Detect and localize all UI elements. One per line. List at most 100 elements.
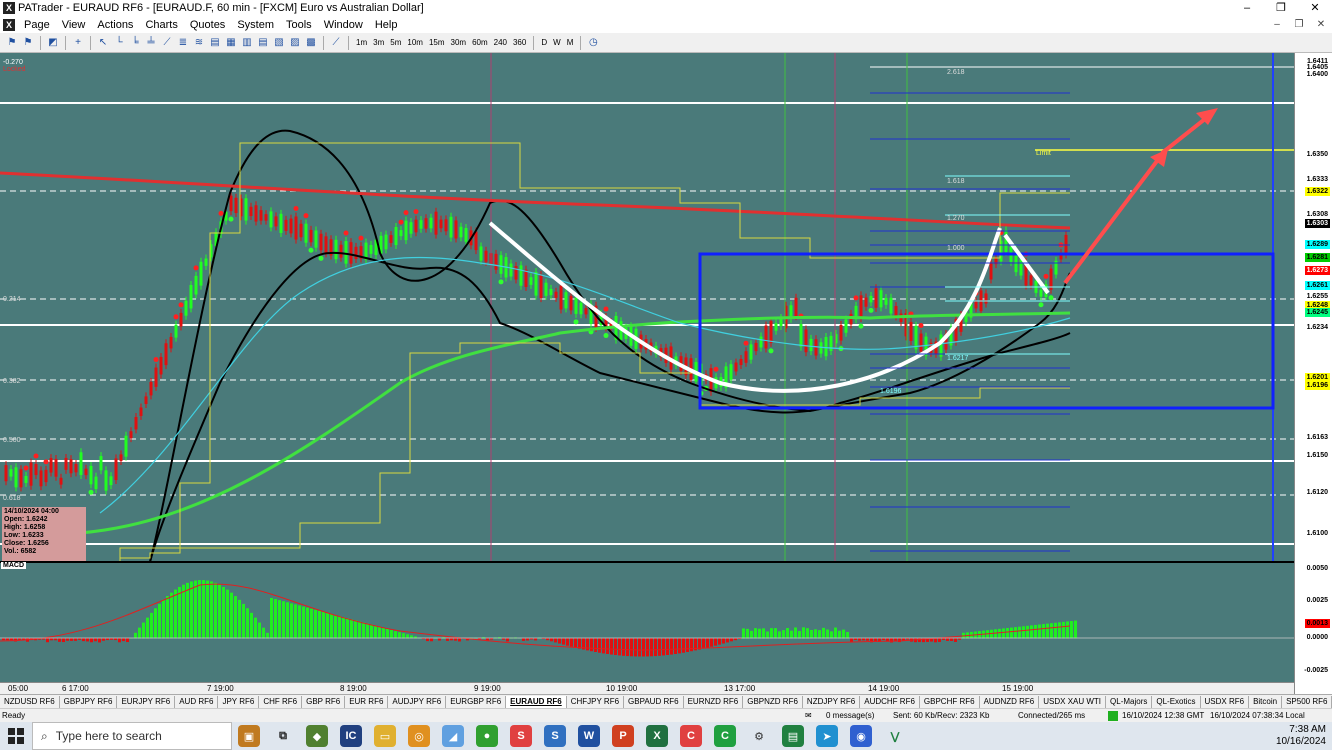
mdi-close-button[interactable]: ✕	[1310, 19, 1332, 30]
line-tool-icon[interactable]: └	[112, 36, 126, 50]
symbol-tab[interactable]: EURNZD RF6	[684, 695, 744, 708]
crosshair-icon[interactable]: +	[71, 36, 85, 50]
menu-page[interactable]: Page	[18, 19, 56, 31]
draw-tool-icon[interactable]: ⟋	[329, 36, 343, 50]
app-icon[interactable]: ◎	[408, 725, 430, 747]
price-chart[interactable]	[0, 53, 1294, 694]
minimize-button[interactable]: –	[1230, 0, 1264, 16]
bars-tool-icon[interactable]: ▥	[240, 36, 254, 50]
symbol-tab[interactable]: NZDJPY RF6	[803, 695, 861, 708]
windows-start-icon[interactable]	[0, 722, 32, 750]
powerpoint-icon[interactable]: P	[612, 725, 634, 747]
fan-tool-icon[interactable]: ≋	[192, 36, 206, 50]
menu-charts[interactable]: Charts	[139, 19, 183, 31]
symbol-tab[interactable]: CHF RF6	[259, 695, 303, 708]
symbol-tab[interactable]: USDX RF6	[1201, 695, 1250, 708]
app-icon[interactable]: ◢	[442, 725, 464, 747]
symbol-tab[interactable]: SP500 RF6	[1282, 695, 1332, 708]
timeframe-240[interactable]: 240	[491, 38, 510, 47]
symbol-tab[interactable]: CHFJPY RF6	[567, 695, 625, 708]
timeframe-3m[interactable]: 3m	[370, 38, 387, 47]
app-c-green-icon[interactable]: C	[714, 725, 736, 747]
taskbar-clock[interactable]: 7:38 AM 10/16/2024	[1276, 724, 1326, 748]
symbol-tab[interactable]: GBPAUD RF6	[624, 695, 684, 708]
symbol-tab[interactable]: JPY RF6	[218, 695, 260, 708]
symbol-tab[interactable]: GBP RF6	[302, 695, 346, 708]
clock-icon[interactable]: ◷	[586, 36, 600, 50]
timeframe-30m[interactable]: 30m	[448, 38, 470, 47]
hline-tool-icon[interactable]: ╘	[128, 36, 142, 50]
settings-icon[interactable]: ⚙	[748, 725, 770, 747]
timeframe-10m[interactable]: 10m	[404, 38, 426, 47]
folder-icon[interactable]: ▭	[374, 725, 396, 747]
excel-icon[interactable]: X	[646, 725, 668, 747]
mdi-restore-button[interactable]: ❐	[1288, 19, 1310, 30]
symbol-tab[interactable]: QL-Majors	[1106, 695, 1153, 708]
symbol-tab[interactable]: GBPNZD RF6	[743, 695, 803, 708]
menu-view[interactable]: View	[56, 19, 92, 31]
grid-tool-icon[interactable]: ▦	[224, 36, 238, 50]
timeframe-360[interactable]: 360	[510, 38, 529, 47]
signal-dot	[318, 255, 324, 261]
sell-icon[interactable]: ⚑	[21, 36, 35, 50]
symbol-tab[interactable]: Bitcoin	[1249, 695, 1283, 708]
period-weekly[interactable]: W	[550, 38, 564, 47]
symbol-tab[interactable]: GBPJPY RF6	[60, 695, 118, 708]
symbol-tab[interactable]: AUDJPY RF6	[388, 695, 447, 708]
app-s-blue-icon[interactable]: S	[544, 725, 566, 747]
close-button[interactable]: ✕	[1298, 0, 1332, 16]
menu-tools[interactable]: Tools	[280, 19, 318, 31]
channel-tool-icon[interactable]: ╧	[144, 36, 158, 50]
symbol-tab[interactable]: EUR RF6	[345, 695, 389, 708]
tradingview-icon[interactable]: ⋁	[884, 725, 906, 747]
timeframe-5m[interactable]: 5m	[387, 38, 404, 47]
patrader-icon[interactable]: IC	[340, 725, 362, 747]
chart-icon[interactable]: ◩	[46, 36, 60, 50]
level-tool-icon[interactable]: ▤	[256, 36, 270, 50]
menu-quotes[interactable]: Quotes	[184, 19, 231, 31]
symbol-tab[interactable]: AUDNZD RF6	[980, 695, 1040, 708]
buy-icon[interactable]: ⚑	[5, 36, 19, 50]
symbol-tab[interactable]: QL-Exotics	[1152, 695, 1201, 708]
symbol-tab[interactable]: EURGBP RF6	[446, 695, 507, 708]
symbol-tab[interactable]: AUDCHF RF6	[860, 695, 920, 708]
menu-system[interactable]: System	[231, 19, 280, 31]
symbol-tab[interactable]: AUD RF6	[175, 695, 219, 708]
measure-tool-icon[interactable]: ▨	[288, 36, 302, 50]
time-axis[interactable]: 05:00 6 17:00 7 19:00 8 19:00 9 19:00 10 19:0…	[0, 682, 1294, 694]
app-chart-icon[interactable]: ▤	[782, 725, 804, 747]
period-monthly[interactable]: M	[564, 38, 577, 47]
zoom-icon[interactable]: ◉	[850, 725, 872, 747]
symbol-tab[interactable]: EURAUD RF6	[506, 695, 567, 708]
symbol-tab[interactable]: EURJPY RF6	[117, 695, 176, 708]
symbol-tab[interactable]: NZDUSD RF6	[0, 695, 60, 708]
timeframe-15m[interactable]: 15m	[426, 38, 448, 47]
taskbar-search[interactable]: ⌕ Type here to search	[32, 722, 232, 750]
menu-window[interactable]: Window	[318, 19, 369, 31]
app-icon[interactable]: ◆	[306, 725, 328, 747]
menu-help[interactable]: Help	[369, 19, 404, 31]
timeframe-1m[interactable]: 1m	[353, 38, 370, 47]
price-axis[interactable]: 1.6411 1.6405 1.6400 1.6350 1.6333 1.6322 1.63…	[1294, 53, 1332, 694]
task-view-icon[interactable]: ⧉	[272, 725, 294, 747]
period-daily[interactable]: D	[538, 38, 550, 47]
fib-tool-icon[interactable]: ≣	[176, 36, 190, 50]
menu-actions[interactable]: Actions	[91, 19, 139, 31]
app-c-icon[interactable]: C	[680, 725, 702, 747]
symbol-tab[interactable]: USDX XAU WTI	[1039, 695, 1107, 708]
mdi-minimize-button[interactable]: –	[1266, 19, 1288, 30]
pointer-icon[interactable]: ↖	[96, 36, 110, 50]
symbol-tab[interactable]: GBPCHF RF6	[920, 695, 980, 708]
timeframe-60m[interactable]: 60m	[469, 38, 491, 47]
box-tool-icon[interactable]: ▤	[208, 36, 222, 50]
chart-area[interactable]: -0.270 Locked 0.214 0.382 0.500 0.618 2.…	[0, 53, 1332, 694]
telegram-icon[interactable]: ➤	[816, 725, 838, 747]
maximize-button[interactable]: ❐	[1264, 0, 1298, 16]
chrome-icon[interactable]: ●	[476, 725, 498, 747]
word-icon[interactable]: W	[578, 725, 600, 747]
app-s-icon[interactable]: S	[510, 725, 532, 747]
trendline-tool-icon[interactable]: ⟋	[160, 36, 174, 50]
text-tool-icon[interactable]: ▩	[304, 36, 318, 50]
ruler-tool-icon[interactable]: ▧	[272, 36, 286, 50]
briefcase-icon[interactable]: ▣	[238, 725, 260, 747]
